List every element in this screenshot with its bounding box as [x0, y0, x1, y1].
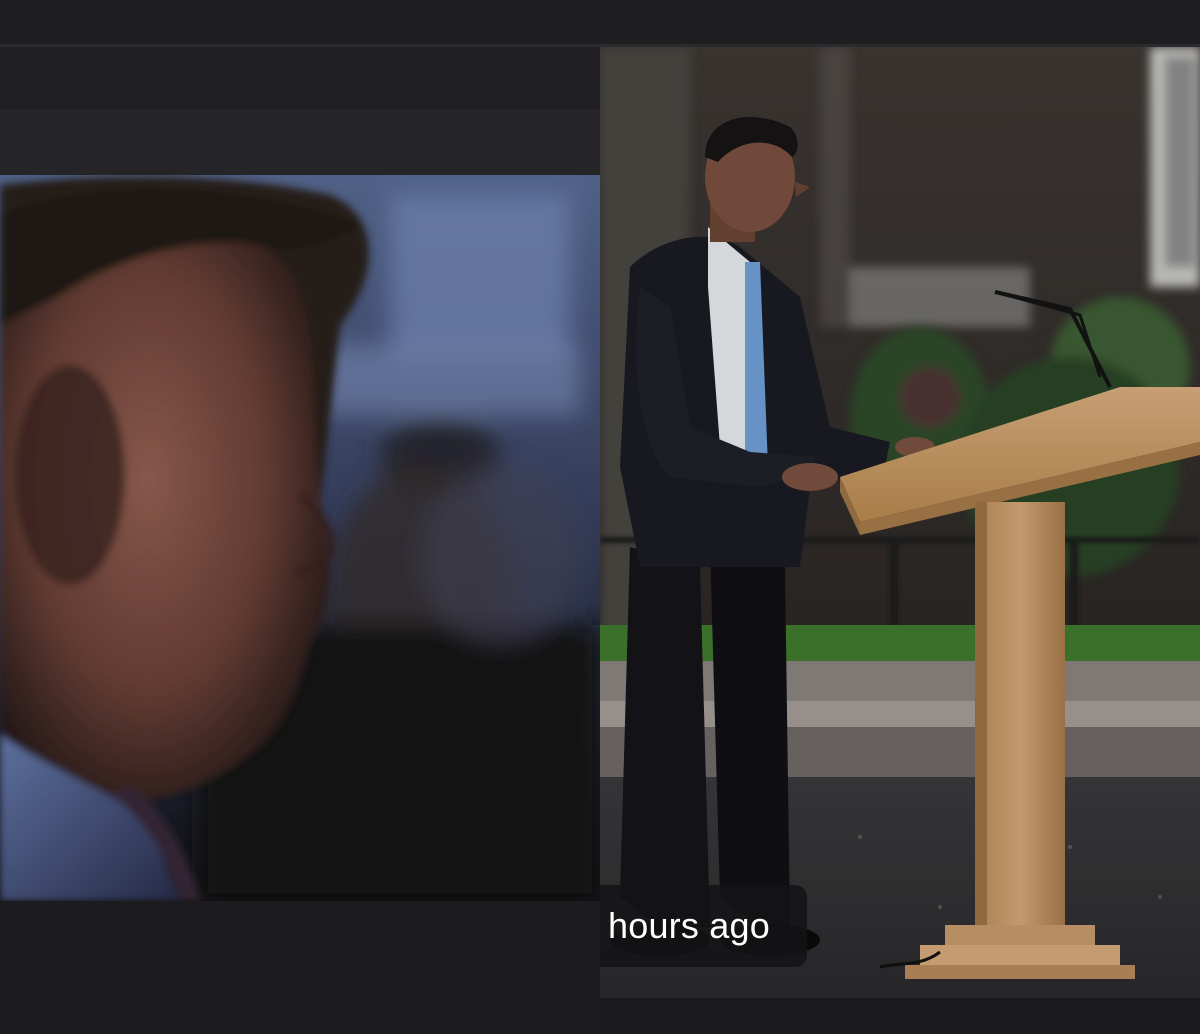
timestamp-badge: hours ago — [600, 885, 807, 967]
left-news-card[interactable] — [0, 47, 600, 1034]
left-card-subheader-bar — [0, 109, 600, 175]
timestamp-label: hours ago — [608, 905, 770, 946]
left-thumbnail-image[interactable] — [0, 175, 600, 901]
screen: hours ago — [0, 0, 1200, 1034]
bottom-bar — [600, 998, 1200, 1034]
left-card-header-bar — [0, 47, 600, 109]
right-thumbnail-image[interactable] — [600, 47, 1200, 998]
top-bar — [0, 0, 1200, 44]
